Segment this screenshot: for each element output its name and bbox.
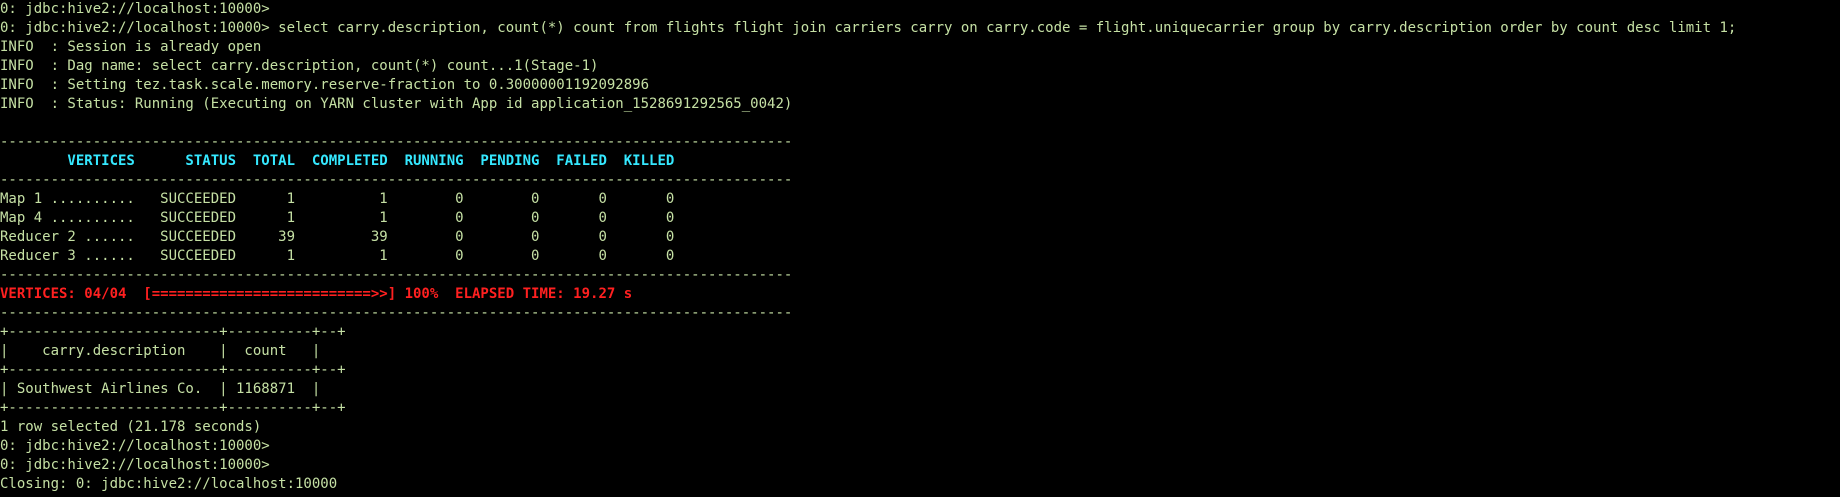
divider-line: ----------------------------------------… (0, 305, 793, 321)
terminal-window[interactable]: 0: jdbc:hive2://localhost:10000> 0: jdbc… (0, 0, 1840, 497)
vertex-row: Map 1 .......... SUCCEEDED 1 1 0 0 0 0 (0, 191, 675, 207)
query-command-line: 0: jdbc:hive2://localhost:10000> select … (0, 20, 1737, 36)
info-line: INFO : Setting tez.task.scale.memory.res… (0, 77, 650, 93)
rows-selected-summary: 1 row selected (21.178 seconds) (0, 419, 262, 435)
prompt-line: 0: jdbc:hive2://localhost:10000> (0, 1, 270, 17)
info-line: INFO : Status: Running (Executing on YAR… (0, 96, 793, 112)
info-line: INFO : Dag name: select carry.descriptio… (0, 58, 599, 74)
result-table-row: | Southwest Airlines Co. | 1168871 | (0, 381, 321, 397)
result-table-header: | carry.description | count | (0, 343, 321, 359)
progress-status-line: VERTICES: 04/04 [=======================… (0, 286, 633, 302)
result-table-border: +-------------------------+----------+--… (0, 400, 346, 416)
vertices-table-header: VERTICES STATUS TOTAL COMPLETED RUNNING … (0, 153, 675, 169)
vertex-row: Reducer 3 ...... SUCCEEDED 1 1 0 0 0 0 (0, 248, 675, 264)
closing-line: Closing: 0: jdbc:hive2://localhost:10000 (0, 476, 338, 492)
prompt-line: 0: jdbc:hive2://localhost:10000> (0, 457, 270, 473)
info-line: INFO : Session is already open (0, 39, 262, 55)
result-table-border: +-------------------------+----------+--… (0, 324, 346, 340)
divider-line: ----------------------------------------… (0, 172, 793, 188)
prompt-line: 0: jdbc:hive2://localhost:10000> (0, 438, 270, 454)
divider-line: ----------------------------------------… (0, 134, 793, 150)
result-table-border: +-------------------------+----------+--… (0, 362, 346, 378)
divider-line: ----------------------------------------… (0, 267, 793, 283)
vertex-row: Map 4 .......... SUCCEEDED 1 1 0 0 0 0 (0, 210, 675, 226)
vertex-row: Reducer 2 ...... SUCCEEDED 39 39 0 0 0 0 (0, 229, 675, 245)
